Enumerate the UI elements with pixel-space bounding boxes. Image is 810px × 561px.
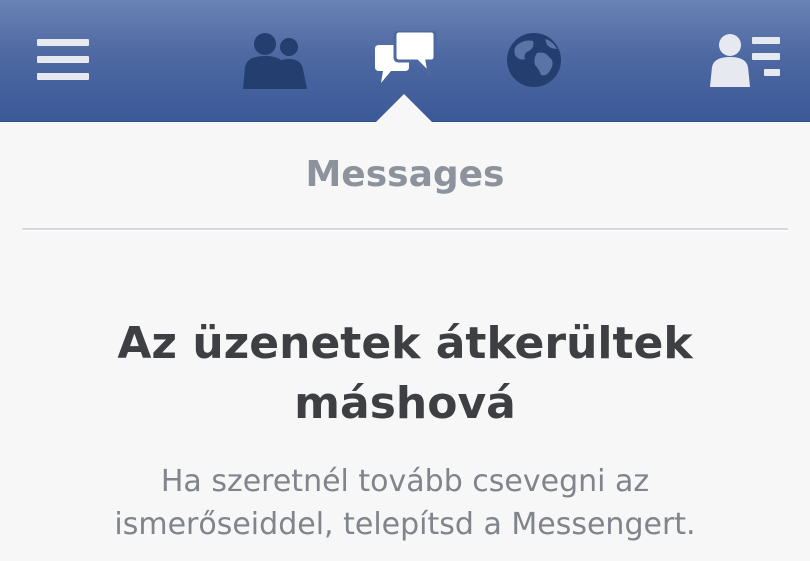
- notice-body: Ha szeretnél tovább csevegni az ismerőse…: [40, 460, 770, 546]
- messages-button[interactable]: [366, 20, 442, 100]
- notice-body-line-2: ismerőseiddel, telepítsd a Messengert.: [114, 507, 696, 542]
- menu-icon: [37, 39, 89, 80]
- menu-button[interactable]: [28, 20, 98, 100]
- notifications-globe-icon: [507, 33, 561, 87]
- notice-headline-line-1: Az üzenetek átkerültek: [117, 318, 693, 369]
- notice-headline-line-2: máshová: [294, 378, 516, 429]
- contacts-list-icon: [710, 34, 780, 87]
- top-navigation-bar: [0, 0, 810, 123]
- active-tab-indicator: [375, 94, 433, 123]
- section-title: Messages: [305, 154, 505, 195]
- friend-requests-button[interactable]: [236, 20, 312, 100]
- friend-requests-icon: [243, 33, 307, 89]
- messages-icon: [375, 31, 437, 83]
- notice-body-line-1: Ha szeretnél tovább csevegni az: [160, 464, 650, 499]
- section-divider: [22, 228, 788, 231]
- notifications-button[interactable]: [502, 20, 566, 100]
- notice-headline: Az üzenetek átkerültek máshová: [60, 314, 750, 434]
- contacts-list-button[interactable]: [706, 20, 786, 100]
